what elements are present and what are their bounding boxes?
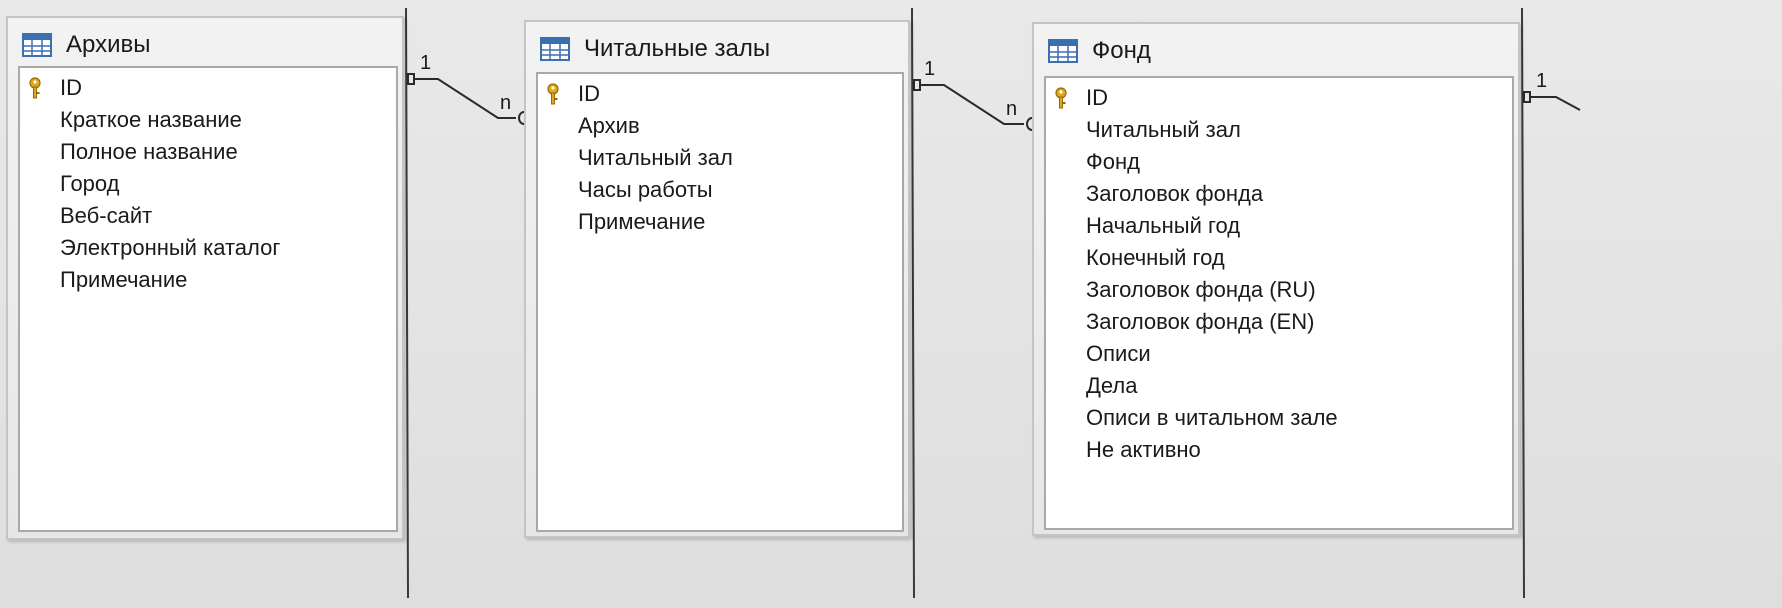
field-row[interactable]: Заголовок фонда [1046, 178, 1512, 210]
field-label: ID [1086, 85, 1108, 110]
table-title: Читальные залы [584, 35, 771, 62]
field-label: Полное название [60, 139, 238, 164]
field-label: Описи [1086, 341, 1151, 366]
field-row[interactable]: Город [20, 168, 396, 200]
field-row[interactable]: Описи в читальном зале [1046, 402, 1512, 434]
field-label: Часы работы [578, 177, 713, 202]
key-icon [547, 83, 559, 105]
cardinality-one-label: 1 [1536, 70, 1548, 92]
field-label: Веб-сайт [60, 203, 153, 228]
field-label: ID [578, 81, 600, 106]
field-row[interactable]: Заголовок фонда (EN) [1046, 306, 1512, 338]
field-row[interactable]: Не активно [1046, 434, 1512, 466]
boundary-line-3 [1521, 7, 1525, 599]
field-row[interactable]: Электронный каталог [20, 232, 396, 264]
field-row[interactable]: Описи [1046, 338, 1512, 370]
cardinality-one-label: 1 [420, 52, 432, 74]
field-label: Не активно [1086, 437, 1201, 462]
key-icon [1055, 87, 1067, 109]
table-title-bar[interactable]: Читальные залы [526, 22, 908, 76]
field-label: ID [60, 75, 82, 100]
field-label: Краткое название [60, 107, 242, 132]
field-label: Примечание [578, 209, 706, 234]
field-label: Заголовок фонда (RU) [1086, 277, 1316, 302]
field-row[interactable]: Заголовок фонда (RU) [1046, 274, 1512, 306]
field-row[interactable]: Архив [538, 110, 902, 142]
field-label: Архив [578, 113, 640, 138]
field-label: Заголовок фонда [1086, 181, 1264, 206]
field-list[interactable]: ID Краткое название Полное название Горо… [18, 66, 398, 532]
field-row[interactable]: Конечный год [1046, 242, 1512, 274]
field-row[interactable]: Полное название [20, 136, 396, 168]
field-label: Заголовок фонда (EN) [1086, 309, 1315, 334]
field-row[interactable]: Веб-сайт [20, 200, 396, 232]
field-row[interactable]: Примечание [538, 206, 902, 238]
cardinality-many-label: n [1006, 98, 1018, 120]
field-row[interactable]: ID [1046, 82, 1512, 114]
field-label: Читальный зал [1086, 117, 1241, 142]
field-row[interactable]: ID [20, 72, 396, 104]
table-icon [540, 37, 570, 61]
field-label: Читальный зал [578, 145, 733, 170]
table-icon [1048, 39, 1078, 63]
field-list[interactable]: ID Архив Читальный зал Часы работы Приме… [536, 72, 904, 532]
field-label: Конечный год [1086, 245, 1225, 270]
relation-fond-next[interactable] [1523, 91, 1581, 111]
table-title-bar[interactable]: Фонд [1034, 24, 1518, 78]
table-window-reading-rooms[interactable]: Читальные залы ID Архив Читальный зал Ча… [524, 20, 910, 538]
table-window-fond[interactable]: Фонд ID Читальный зал Фонд Заголовок фон… [1032, 22, 1520, 536]
field-row[interactable]: Фонд [1046, 146, 1512, 178]
boundary-line-1 [405, 7, 409, 599]
field-row[interactable]: Читальный зал [538, 142, 902, 174]
field-label: Электронный каталог [60, 235, 281, 260]
cardinality-one-label: 1 [924, 58, 936, 80]
field-label: Начальный год [1086, 213, 1241, 238]
field-row[interactable]: ID [538, 78, 902, 110]
field-label: Фонд [1086, 149, 1140, 174]
table-title-bar[interactable]: Архивы [8, 18, 402, 72]
field-list[interactable]: ID Читальный зал Фонд Заголовок фонда На… [1044, 76, 1514, 530]
cardinality-many-label: n [500, 92, 512, 114]
boundary-line-2 [911, 7, 915, 599]
field-label: Описи в читальном зале [1086, 405, 1338, 430]
field-row[interactable]: Читальный зал [1046, 114, 1512, 146]
field-label: Город [60, 171, 120, 196]
field-label: Примечание [60, 267, 188, 292]
table-icon [22, 33, 52, 57]
field-row[interactable]: Начальный год [1046, 210, 1512, 242]
field-row[interactable]: Дела [1046, 370, 1512, 402]
table-window-archives[interactable]: Архивы ID Краткое название Полное назван… [6, 16, 404, 540]
table-title: Фонд [1092, 37, 1151, 64]
field-row[interactable]: Примечание [20, 264, 396, 296]
field-row[interactable]: Краткое название [20, 104, 396, 136]
field-label: Дела [1086, 373, 1138, 398]
field-row[interactable]: Часы работы [538, 174, 902, 206]
table-title: Архивы [66, 31, 151, 58]
relationship-diagram-canvas: 1 n 1 n 1 Архивы ID Краткое название Пол… [0, 0, 1782, 608]
key-icon [29, 77, 41, 99]
